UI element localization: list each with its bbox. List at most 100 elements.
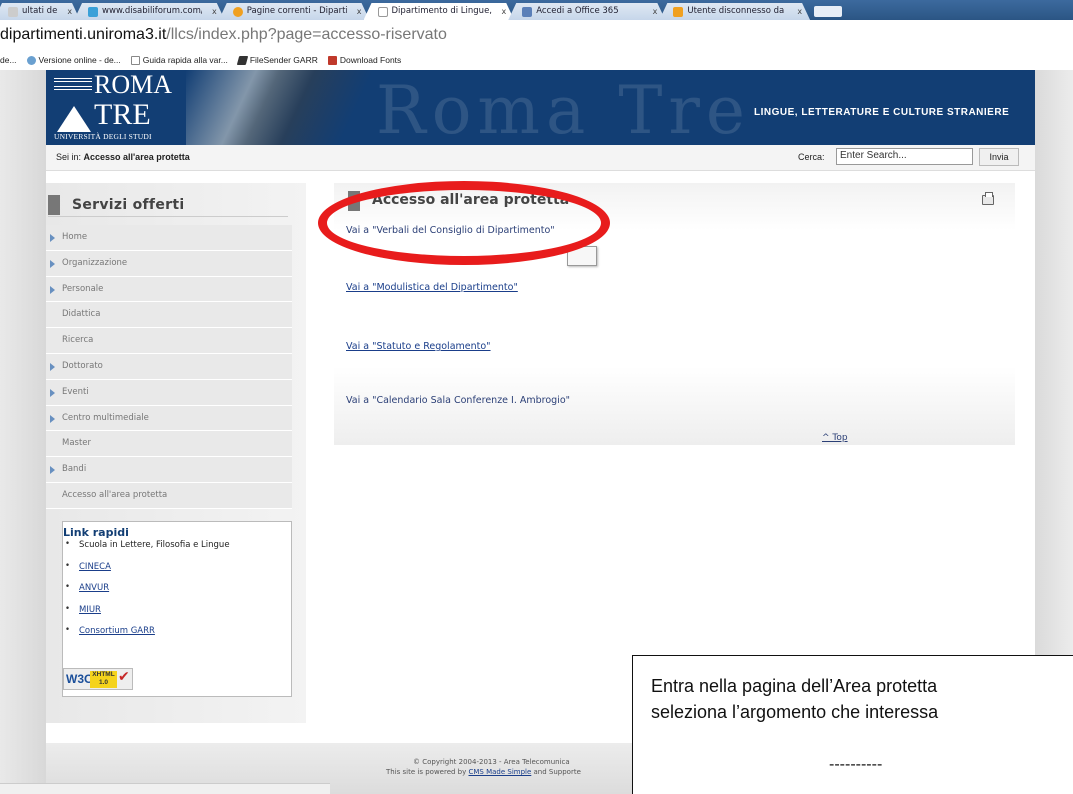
banner-watermark: Roma Tre	[376, 72, 751, 145]
tab-title: ultati de	[22, 6, 58, 16]
quick-link-garr[interactable]: Consortium GARR	[79, 626, 155, 636]
browser-tab[interactable]: Utente disconnesso da Of x	[659, 3, 810, 20]
w3c-xhtml-badge[interactable]: W3C XHTML 1.0 ✔	[63, 668, 133, 690]
back-to-top-link[interactable]: ^ Top	[822, 433, 848, 443]
bookmark-label: FileSender GARR	[249, 55, 318, 65]
quick-link-miur[interactable]: MIUR	[79, 605, 101, 615]
quick-links-title: Link rapidi	[63, 526, 129, 539]
breadcrumb-bar: Sei in: Accesso all'area protetta Cerca:…	[46, 145, 1035, 171]
quick-links-box: Link rapidi Scuola in Lettere, Filosofia…	[62, 521, 292, 697]
quick-link-cineca[interactable]: CINECA	[79, 562, 111, 572]
footer-copyright: © Copyright 2004-2013 - Area Telecomunic…	[413, 758, 570, 766]
search-submit-button[interactable]: Invia	[979, 148, 1019, 166]
browser-tab[interactable]: ultati de x	[0, 3, 80, 20]
quick-link-item: CINECA	[63, 561, 291, 572]
page-icon	[130, 55, 140, 65]
bookmark-label: de...	[0, 55, 17, 65]
bookmark-label: Guida rapida alla var...	[142, 55, 228, 65]
tab-close-icon[interactable]: x	[357, 3, 362, 20]
browser-tab-active[interactable]: Dipartimento di Lingue, L x	[364, 3, 515, 20]
browser-tab[interactable]: Pagine correnti - Dipartim x	[219, 3, 370, 20]
link-modulistica[interactable]: Vai a "Modulistica del Dipartimento"	[346, 282, 518, 293]
department-name: LINGUE, LETTERATURE E CULTURE STRANIERE	[754, 107, 1010, 118]
tab-favicon-icon	[8, 7, 18, 17]
bookmark-label: Download Fonts	[339, 55, 402, 65]
quick-link-scuola[interactable]: Scuola in Lettere, Filosofia e Lingue	[79, 540, 230, 550]
sidebar-item-master[interactable]: Master	[46, 431, 292, 458]
bookmark-label: Versione online - de...	[38, 55, 121, 65]
tab-favicon-icon	[88, 7, 98, 17]
url-domain: dipartimenti.uniroma3.it	[0, 26, 167, 43]
breadcrumb-prefix: Sei in:	[56, 152, 84, 162]
tab-favicon-icon	[522, 7, 532, 17]
sidebar-item-personale[interactable]: Personale	[46, 276, 292, 303]
tab-favicon-icon	[378, 7, 388, 17]
logo-word-tre: TRE	[94, 98, 151, 131]
tab-close-icon[interactable]: x	[67, 3, 72, 20]
logo-word-roma: ROMA	[94, 70, 173, 99]
quick-link-item: MIUR	[63, 604, 291, 615]
sidebar-item-bandi[interactable]: Bandi	[46, 457, 292, 483]
new-tab-button[interactable]	[814, 6, 843, 17]
site-header-banner: Roma Tre ROMA TRE UNIVERSITÀ DEGLI STUDI…	[46, 70, 1035, 145]
page-left-margin	[0, 70, 46, 794]
sidebar-item-eventi[interactable]: Eventi	[46, 379, 292, 406]
sidebar: Servizi offerti Home Organizzazione Pers…	[46, 183, 306, 723]
search-label: Cerca:	[798, 152, 825, 162]
cms-link[interactable]: CMS Made Simple	[468, 768, 531, 776]
logo-triangle-icon	[57, 106, 91, 132]
header-photo	[186, 70, 386, 145]
breadcrumb-current: Accesso all'area protetta	[83, 152, 190, 162]
heading-marker	[48, 195, 60, 215]
quick-link-item: Consortium GARR	[63, 625, 291, 636]
printer-icon[interactable]	[982, 192, 994, 205]
tab-title: Accedi a Office 365	[536, 6, 619, 16]
sidebar-item-didattica[interactable]: Didattica	[46, 302, 292, 329]
sidebar-item-ricerca[interactable]: Ricerca	[46, 328, 292, 354]
bookmark-item[interactable]: Guida rapida alla var...	[130, 50, 228, 70]
sidebar-item-dottorato[interactable]: Dottorato	[46, 353, 292, 380]
fonts-icon	[327, 55, 337, 65]
bookmark-item[interactable]: Download Fonts	[327, 50, 402, 70]
quick-link-item: ANVUR	[63, 582, 291, 593]
tab-favicon-icon	[233, 7, 243, 17]
link-statuto[interactable]: Vai a "Statuto e Regolamento"	[346, 341, 491, 352]
link-calendario[interactable]: Vai a "Calendario Sala Conferenze I. Amb…	[346, 395, 570, 406]
sidebar-item-organizzazione[interactable]: Organizzazione	[46, 250, 292, 277]
quick-link-anvur[interactable]: ANVUR	[79, 583, 109, 593]
footer-powered-prefix: This site is powered by	[386, 768, 469, 776]
tab-close-icon[interactable]: x	[502, 3, 507, 20]
w3c-logo: W3C	[66, 672, 93, 686]
tab-favicon-icon	[673, 7, 683, 17]
note-line-3: ----------	[829, 756, 883, 773]
filesender-icon	[236, 55, 249, 65]
search-input[interactable]: Enter Search...	[836, 148, 973, 165]
footer-powered-suffix: and Supporte	[531, 768, 581, 776]
university-logo[interactable]: ROMA TRE UNIVERSITÀ DEGLI STUDI	[54, 70, 184, 141]
tab-close-icon[interactable]: x	[653, 3, 658, 20]
sidebar-item-centro-multimediale[interactable]: Centro multimediale	[46, 405, 292, 432]
address-bar[interactable]: dipartimenti.uniroma3.it/llcs/index.php?…	[0, 20, 1073, 50]
logo-stripe	[54, 78, 92, 82]
highlight-ellipse	[318, 181, 610, 265]
sidebar-menu: Home Organizzazione Personale Didattica …	[46, 225, 292, 509]
tab-close-icon[interactable]: x	[212, 3, 217, 20]
quick-link-item: Scuola in Lettere, Filosofia e Lingue	[63, 539, 291, 550]
footer-powered: This site is powered by CMS Made Simple …	[386, 768, 581, 776]
bookmark-icon	[26, 55, 36, 65]
check-icon: ✔	[118, 669, 130, 685]
tab-close-icon[interactable]: x	[797, 3, 802, 20]
bookmark-item[interactable]: Versione online - de...	[26, 50, 121, 70]
url-path: /llcs/index.php?page=accesso-riservato	[166, 26, 447, 43]
browser-tab[interactable]: www.disabiliforum.com/x	[74, 3, 225, 20]
instruction-note: Entra nella pagina dell’Area protetta se…	[632, 655, 1073, 794]
browser-status-bar	[0, 783, 330, 794]
sidebar-item-home[interactable]: Home	[46, 225, 292, 251]
note-line-2: seleziona l’argomento che interessa	[651, 702, 939, 722]
sidebar-heading: Servizi offerti	[48, 193, 288, 217]
tab-title: Dipartimento di Lingue, L	[391, 6, 492, 16]
bookmark-item[interactable]: de...	[0, 50, 17, 70]
browser-tab[interactable]: Accedi a Office 365 x	[508, 3, 665, 20]
bookmark-item[interactable]: FileSender GARR	[236, 50, 318, 70]
sidebar-item-area-protetta[interactable]: Accesso all'area protetta	[46, 482, 292, 509]
